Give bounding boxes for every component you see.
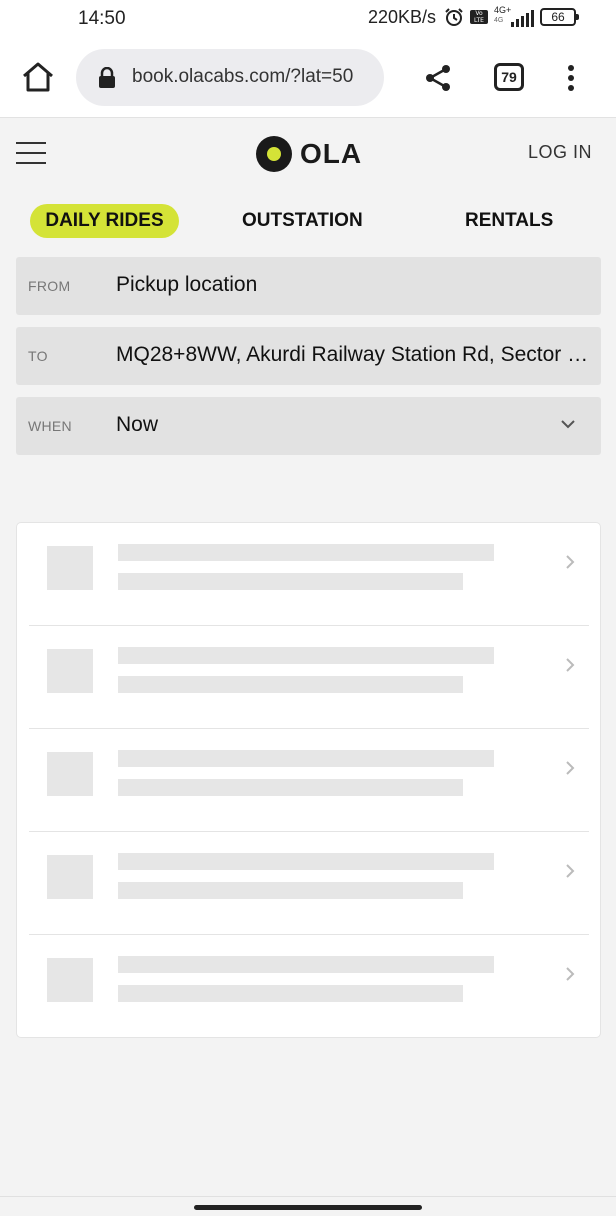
- network-speed: 220KB/s: [367, 6, 436, 27]
- skeleton-line: [118, 779, 463, 796]
- volte-icon: Vo LTE: [470, 10, 488, 24]
- network-type: 4G+: [494, 5, 512, 15]
- list-item[interactable]: [29, 626, 589, 729]
- status-bar: 14:50 220KB/s Vo LTE 4G+ 4G 66: [0, 0, 616, 36]
- skeleton-line: [118, 676, 463, 693]
- when-value: Now: [116, 413, 159, 436]
- from-label: FROM: [28, 278, 71, 294]
- skeleton-thumbnail: [47, 752, 93, 796]
- skeleton-line: [118, 750, 494, 767]
- tabs-icon[interactable]: 79: [494, 63, 524, 91]
- skeleton-line: [118, 853, 494, 870]
- when-field[interactable]: WHEN Now: [16, 397, 601, 455]
- hamburger-icon[interactable]: [16, 142, 46, 164]
- browser-toolbar: book.olacabs.com/?lat=50 79: [0, 36, 616, 118]
- chevron-right-icon: [566, 864, 575, 878]
- login-link[interactable]: LOG IN: [528, 142, 592, 163]
- skeleton-line: [118, 647, 494, 664]
- home-indicator[interactable]: [194, 1205, 422, 1210]
- logo-mark: [256, 136, 292, 172]
- chevron-right-icon: [566, 555, 575, 569]
- home-icon[interactable]: [20, 60, 56, 94]
- skeleton-thumbnail: [47, 855, 93, 899]
- signal-icon: 4G+ 4G: [494, 5, 534, 27]
- address-bar[interactable]: book.olacabs.com/?lat=50: [76, 49, 384, 106]
- tab-outstation[interactable]: OUTSTATION: [242, 204, 363, 238]
- chevron-right-icon: [566, 967, 575, 981]
- tab-rentals[interactable]: RENTALS: [465, 204, 553, 238]
- to-field[interactable]: TO MQ28+8WW, Akurdi Railway Station Rd, …: [16, 327, 601, 385]
- status-indicators: 220KB/s Vo LTE 4G+ 4G 66: [367, 5, 579, 28]
- alarm-icon: [445, 8, 463, 26]
- skeleton-line: [118, 544, 494, 561]
- list-item[interactable]: [29, 523, 589, 626]
- url-text: book.olacabs.com/?lat=50: [132, 66, 354, 87]
- status-time: 14:50: [78, 8, 126, 29]
- network-sub: 4G: [494, 17, 504, 24]
- tab-daily-rides[interactable]: DAILY RIDES: [30, 204, 179, 238]
- skeleton-line: [118, 573, 463, 590]
- skeleton-line: [118, 985, 463, 1002]
- when-label: WHEN: [28, 418, 72, 434]
- battery-icon: 66: [540, 8, 579, 26]
- chevron-down-icon: [561, 420, 575, 429]
- logo-text: OLA: [300, 138, 363, 169]
- to-value: MQ28+8WW, Akurdi Railway Station Rd, Sec…: [116, 343, 591, 366]
- skeleton-thumbnail: [47, 649, 93, 693]
- from-value: Pickup location: [116, 273, 258, 296]
- list-item[interactable]: [29, 832, 589, 935]
- skeleton-line: [118, 956, 494, 973]
- ride-options-list: [16, 522, 601, 1038]
- chevron-right-icon: [566, 761, 575, 775]
- skeleton-thumbnail: [47, 546, 93, 590]
- skeleton-thumbnail: [47, 958, 93, 1002]
- chevron-right-icon: [566, 658, 575, 672]
- skeleton-line: [118, 882, 463, 899]
- list-item[interactable]: [29, 935, 589, 1038]
- more-vert-icon[interactable]: [566, 65, 576, 91]
- nav-divider: [0, 1196, 616, 1197]
- from-field[interactable]: FROM Pickup location: [16, 257, 601, 315]
- list-item[interactable]: [29, 729, 589, 832]
- share-icon[interactable]: [424, 64, 452, 92]
- ola-logo[interactable]: OLA: [256, 136, 362, 172]
- lock-icon: [99, 67, 115, 88]
- signal-bars: [511, 10, 534, 27]
- to-label: TO: [28, 348, 48, 364]
